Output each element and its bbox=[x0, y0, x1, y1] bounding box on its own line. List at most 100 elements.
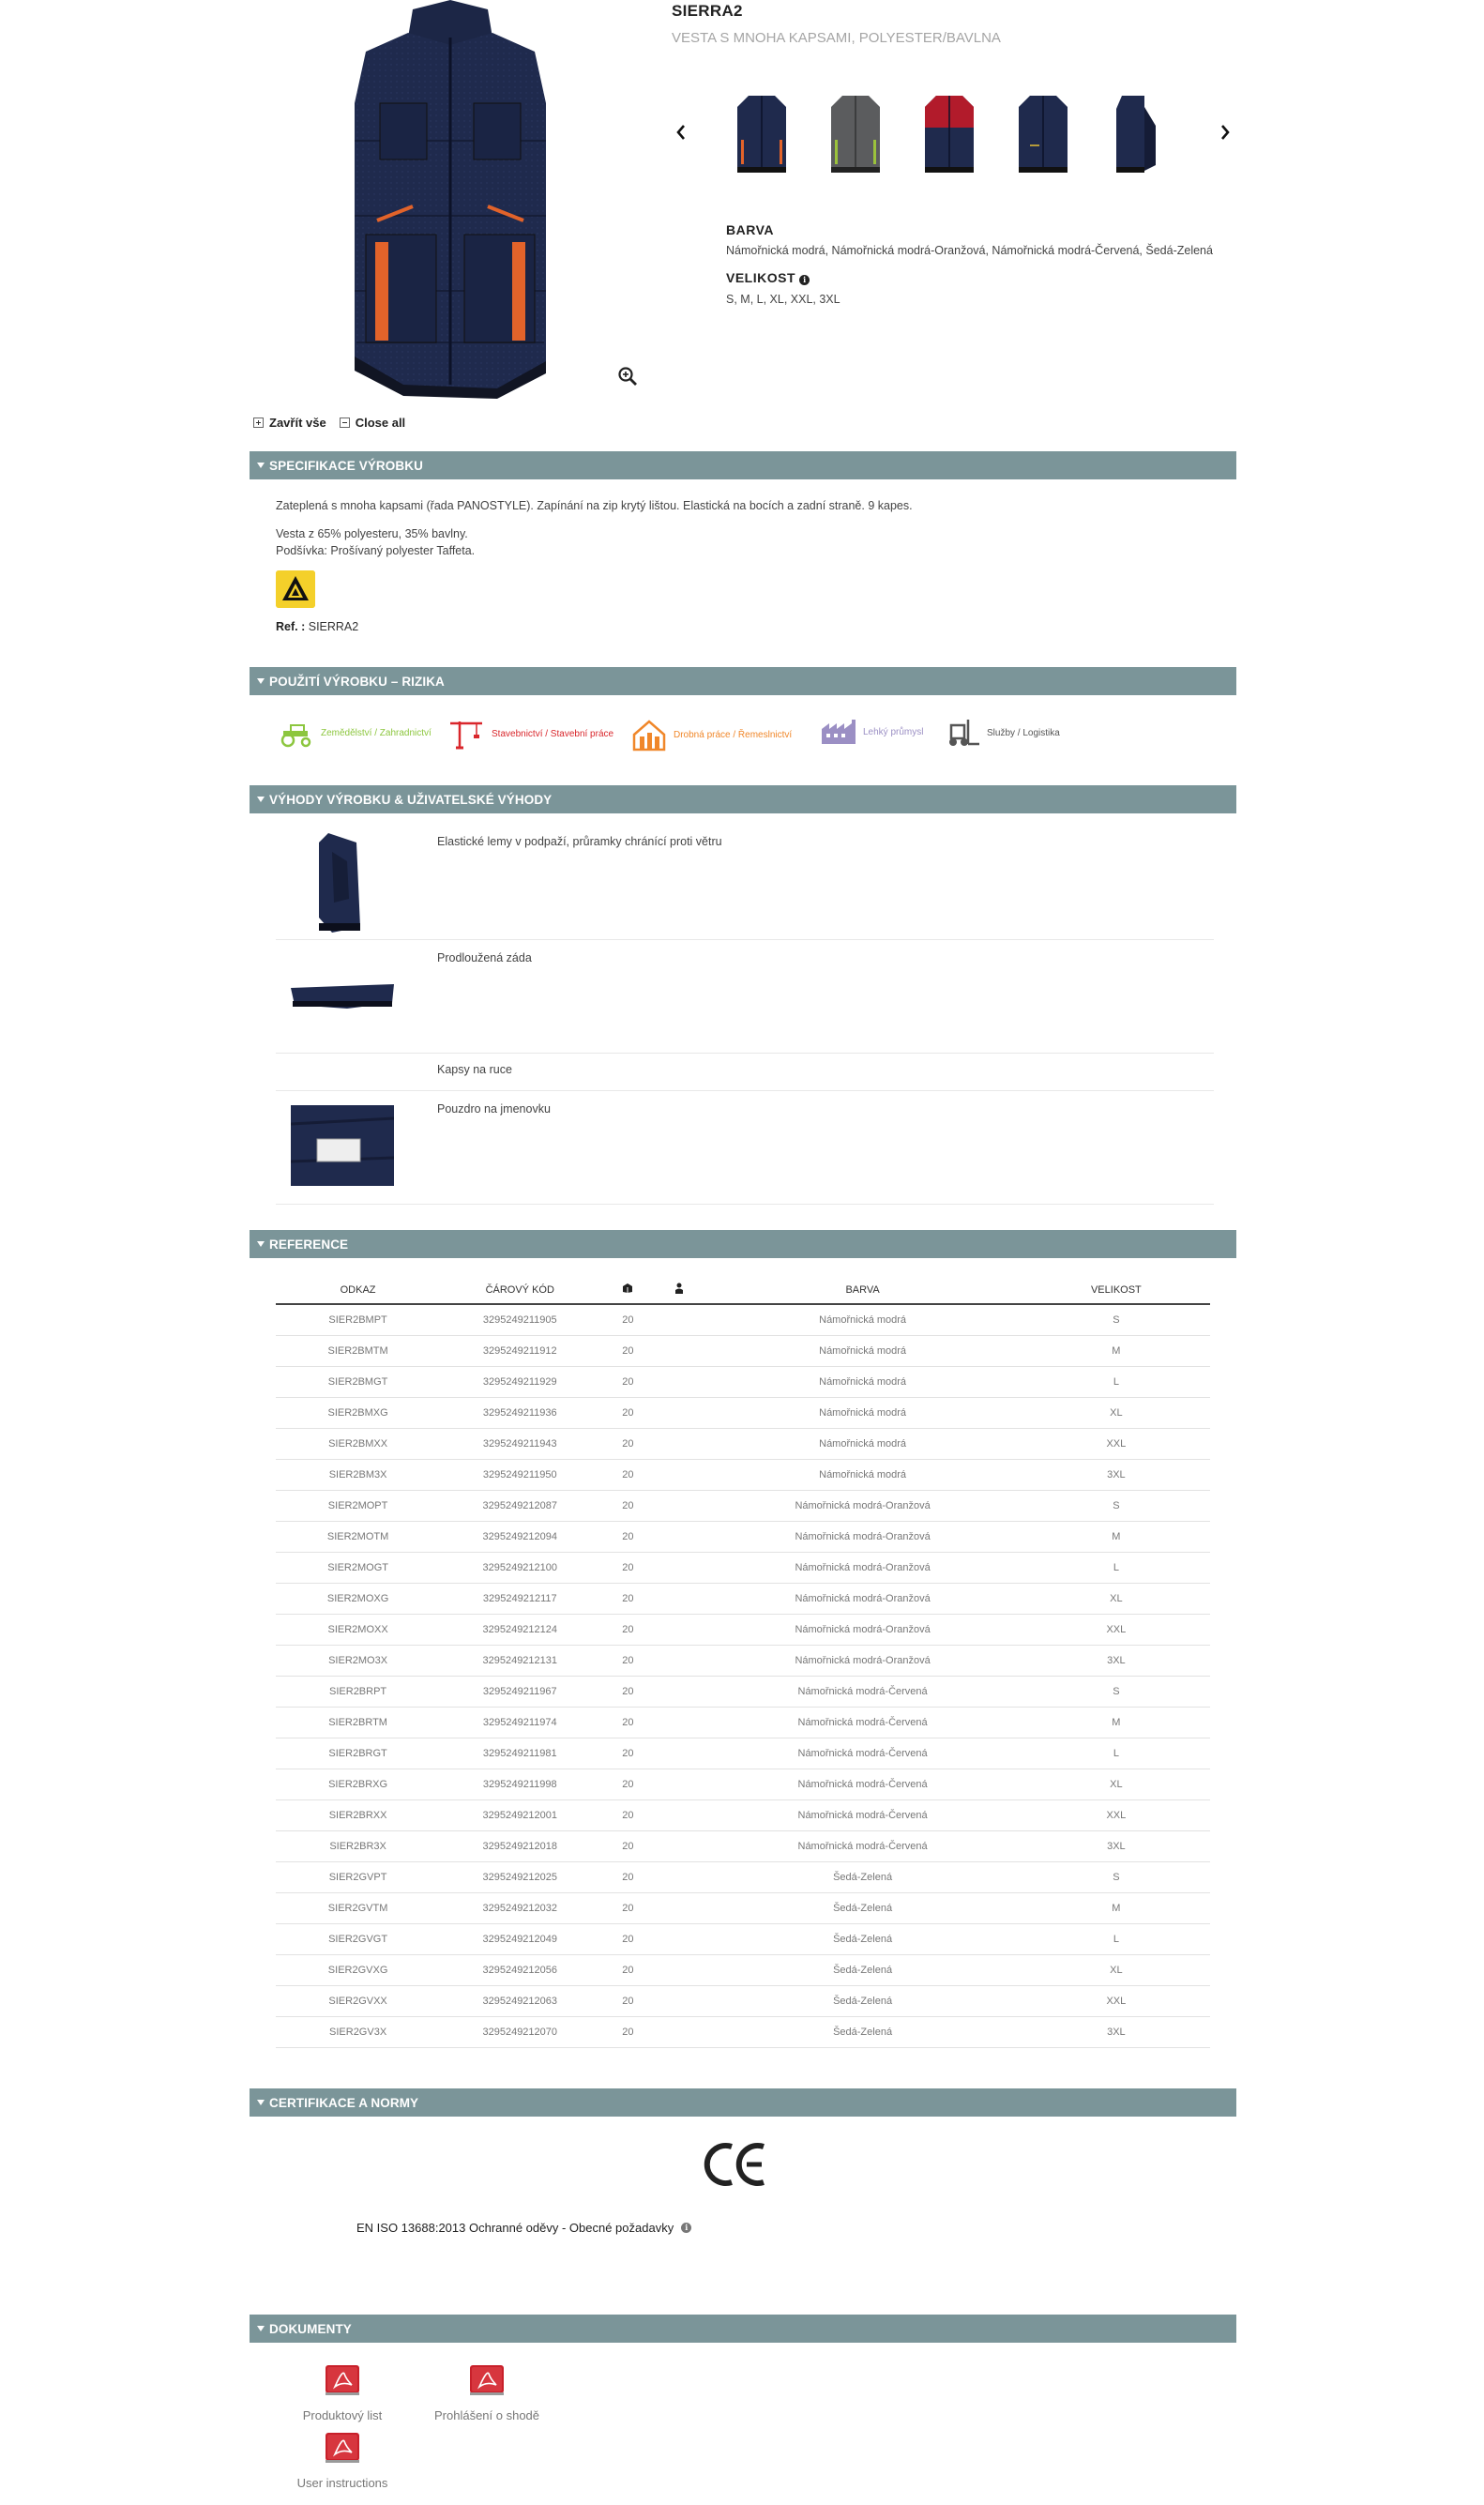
variant-thumb-navy-orange[interactable] bbox=[728, 88, 795, 178]
cell-box-qty: 20 bbox=[599, 1521, 657, 1553]
section-reference-header[interactable]: REFERENCE bbox=[250, 1230, 1236, 1258]
reference-table: ODKAZ ČÁROVÝ KÓD BARVA VELIKOST SIER2BMP… bbox=[276, 1276, 1210, 2048]
cell-barcode: 3295249212070 bbox=[440, 2016, 600, 2048]
expand-box-icon[interactable] bbox=[253, 418, 264, 428]
table-row: SIER2MOGT 3295249212100 20 Námořnická modrá… bbox=[276, 1552, 1210, 1584]
cell-color: Námořnická modrá bbox=[703, 1304, 1022, 1336]
chevron-left-icon[interactable] bbox=[672, 120, 690, 144]
section-certification-header[interactable]: CERTIFIKACE A NORMY bbox=[250, 2088, 1236, 2117]
cell-person bbox=[656, 1521, 704, 1553]
advantage-row: Pouzdro na jmenovku bbox=[276, 1091, 1214, 1205]
cell-barcode: 3295249211974 bbox=[440, 1707, 600, 1738]
cell-person bbox=[656, 2016, 704, 2048]
variant-thumb-navy[interactable] bbox=[1009, 88, 1077, 178]
advantage-row: Elastické lemy v podpaží, průramky chrán… bbox=[276, 822, 1214, 940]
cell-color: Námořnická modrá bbox=[703, 1366, 1022, 1398]
cell-barcode: 3295249212087 bbox=[440, 1490, 600, 1522]
col-odkaz: ODKAZ bbox=[276, 1276, 441, 1305]
variant-thumb-navy-side[interactable] bbox=[1103, 88, 1171, 178]
cell-size: XL bbox=[1022, 1397, 1210, 1429]
table-row: SIER2BRXX 3295249212001 20 Námořnická modrá… bbox=[276, 1799, 1210, 1831]
col-person-icon bbox=[656, 1276, 704, 1305]
cell-person bbox=[656, 1707, 704, 1738]
cell-person bbox=[656, 1799, 704, 1831]
cell-box-qty: 20 bbox=[599, 1769, 657, 1800]
size-label: VELIKOST bbox=[726, 270, 796, 285]
delta-plus-logo-icon bbox=[276, 570, 315, 608]
table-row: SIER2GVXX 3295249212063 20 Šedá-Zelená XXL bbox=[276, 1985, 1210, 2017]
sector-label: Stavebnictví / Stavební práce bbox=[492, 728, 614, 739]
cell-size: L bbox=[1022, 1366, 1210, 1398]
table-row: SIER2GVGT 3295249212049 20 Šedá-Zelená L bbox=[276, 1923, 1210, 1955]
cell-box-qty: 20 bbox=[599, 1397, 657, 1429]
section-advantages-header[interactable]: VÝHODY VÝROBKU & UŽIVATELSKÉ VÝHODY bbox=[250, 785, 1236, 813]
cell-box-qty: 20 bbox=[599, 1428, 657, 1460]
cell-odkaz: SIER2BRXG bbox=[276, 1769, 441, 1800]
section-spec-title: SPECIFIKACE VÝROBKU bbox=[269, 458, 423, 473]
cell-barcode: 3295249212018 bbox=[440, 1830, 600, 1862]
document-user-instructions[interactable]: User instructions bbox=[272, 2432, 413, 2490]
advantage-text: Pouzdro na jmenovku bbox=[437, 1102, 551, 1116]
sector-crafts[interactable]: Drobná práce / Řemeslnictví bbox=[630, 718, 792, 752]
sector-logistics[interactable]: Služby / Logistika bbox=[944, 718, 1060, 748]
cell-barcode: 3295249211950 bbox=[440, 1459, 600, 1491]
table-row: SIER2GV3X 3295249212070 20 Šedá-Zelená 3XL bbox=[276, 2016, 1210, 2048]
section-reference-title: REFERENCE bbox=[269, 1237, 349, 1252]
cell-barcode: 3295249211998 bbox=[440, 1769, 600, 1800]
cell-size: XXL bbox=[1022, 1614, 1210, 1646]
pdf-icon bbox=[326, 2433, 359, 2463]
variant-thumb-grey-green[interactable] bbox=[822, 88, 889, 178]
sector-label: Zemědělství / Zahradnictví bbox=[321, 727, 432, 738]
cell-odkaz: SIER2GV3X bbox=[276, 2016, 441, 2048]
cell-box-qty: 20 bbox=[599, 1861, 657, 1893]
cell-barcode: 3295249212032 bbox=[440, 1892, 600, 1924]
advantage-row: Kapsy na ruce bbox=[276, 1054, 1214, 1091]
document-product-sheet[interactable]: Produktový list bbox=[272, 2364, 413, 2422]
chevron-right-icon[interactable] bbox=[1216, 120, 1234, 144]
cell-odkaz: SIER2BM3X bbox=[276, 1459, 441, 1491]
cell-person bbox=[656, 1614, 704, 1646]
table-row: SIER2MOTM 3295249212094 20 Námořnická modrá… bbox=[276, 1521, 1210, 1553]
variant-thumb-navy-red[interactable] bbox=[916, 88, 983, 178]
cell-person bbox=[656, 1645, 704, 1677]
cell-color: Námořnická modrá-Červená bbox=[703, 1769, 1022, 1800]
cell-box-qty: 20 bbox=[599, 1614, 657, 1646]
info-icon[interactable]: i bbox=[799, 275, 810, 285]
table-row: SIER2BMXG 3295249211936 20 Námořnická modrá… bbox=[276, 1397, 1210, 1429]
section-documents-header[interactable]: DOKUMENTY bbox=[250, 2315, 1236, 2343]
cell-barcode: 3295249212100 bbox=[440, 1552, 600, 1584]
sector-agriculture[interactable]: Zemědělství / Zahradnictví bbox=[278, 718, 432, 748]
cell-barcode: 3295249211905 bbox=[440, 1304, 600, 1336]
norm-text: EN ISO 13688:2013 Ochranné oděvy - Obecn… bbox=[356, 2221, 674, 2235]
section-advantages-title: VÝHODY VÝROBKU & UŽIVATELSKÉ VÝHODY bbox=[269, 792, 553, 807]
sector-light-industry[interactable]: Lehký průmysl bbox=[820, 718, 923, 746]
cell-box-qty: 20 bbox=[599, 1676, 657, 1708]
spec-reference: Ref. : SIERRA2 bbox=[276, 620, 358, 633]
pdf-icon bbox=[326, 2365, 359, 2395]
collapse-box-icon[interactable] bbox=[339, 418, 350, 428]
cell-box-qty: 20 bbox=[599, 1645, 657, 1677]
cell-color: Námořnická modrá-Oranžová bbox=[703, 1583, 1022, 1615]
section-usage-header[interactable]: POUŽITÍ VÝROBKU – RIZIKA bbox=[250, 667, 1236, 695]
cell-odkaz: SIER2BR3X bbox=[276, 1830, 441, 1862]
cell-person bbox=[656, 1769, 704, 1800]
cell-size: 3XL bbox=[1022, 2016, 1210, 2048]
sector-construction[interactable]: Stavebnictví / Stavební práce bbox=[448, 718, 613, 750]
cell-size: XL bbox=[1022, 1769, 1210, 1800]
close-all-cz[interactable]: Zavřít vše bbox=[269, 416, 326, 430]
document-declaration[interactable]: Prohlášení o shodě bbox=[416, 2364, 557, 2422]
reference-table-body: SIER2BMPT 3295249211905 20 Námořnická modrá… bbox=[276, 1304, 1210, 2048]
forklift-icon bbox=[949, 720, 979, 746]
cell-color: Námořnická modrá-Červená bbox=[703, 1676, 1022, 1708]
cell-box-qty: 20 bbox=[599, 1923, 657, 1955]
cell-color: Námořnická modrá-Oranžová bbox=[703, 1614, 1022, 1646]
cell-odkaz: SIER2BMPT bbox=[276, 1304, 441, 1336]
info-icon[interactable]: i bbox=[681, 2223, 692, 2233]
section-spec-header[interactable]: SPECIFIKACE VÝROBKU bbox=[250, 451, 1236, 479]
cell-odkaz: SIER2BMTM bbox=[276, 1335, 441, 1367]
zoom-icon[interactable] bbox=[617, 366, 638, 387]
cell-box-qty: 20 bbox=[599, 1366, 657, 1398]
cell-person bbox=[656, 1676, 704, 1708]
product-main-image[interactable] bbox=[310, 0, 591, 399]
close-all-en[interactable]: Close all bbox=[356, 416, 405, 430]
